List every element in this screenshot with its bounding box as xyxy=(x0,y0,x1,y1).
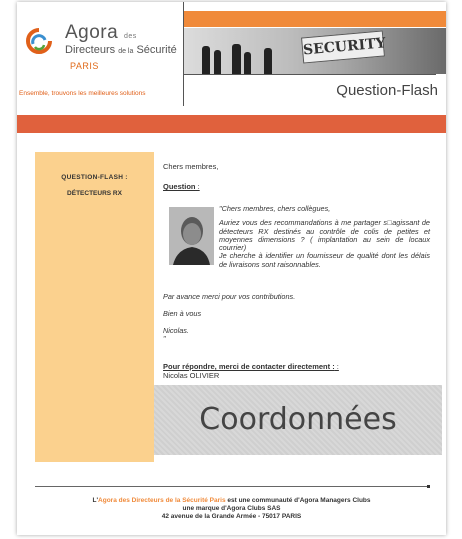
greeting: Chers membres, xyxy=(163,162,219,171)
logo-name: Agora des xyxy=(65,22,137,43)
orange-band xyxy=(17,115,446,133)
reply-label: Pour répondre, merci de contacter direct… xyxy=(163,362,339,371)
sidebar-subtitle: DÉTECTEURS RX xyxy=(67,190,122,197)
closing: Par avance merci pour vos contributions.… xyxy=(163,292,296,343)
sidebar: QUESTION-FLASH : DÉTECTEURS RX xyxy=(35,152,154,462)
question-label: Question : xyxy=(163,182,200,191)
header-divider xyxy=(184,74,436,75)
contact-name: Nicolas OLIVIER xyxy=(163,371,220,380)
logo-city: PARIS xyxy=(70,61,99,71)
coordinates-label: Coordonnées xyxy=(199,402,397,437)
security-sign: SECURITY xyxy=(301,30,386,64)
banner-orange-strip xyxy=(184,11,446,27)
question-message: "Chers membres, chers collègues, Auriez … xyxy=(219,204,430,269)
header: Agora des Directeurs de la Sécurité PARI… xyxy=(17,2,446,106)
avatar xyxy=(169,207,214,265)
banner-image: SECURITY xyxy=(184,28,446,74)
footer: L'Agora des Directeurs de la Sécurité Pa… xyxy=(17,497,446,521)
coordinates-button[interactable]: Coordonnées xyxy=(154,385,442,455)
member-photo xyxy=(169,207,214,265)
logo-area: Agora des Directeurs de la Sécurité PARI… xyxy=(17,2,184,106)
agora-logo-icon xyxy=(26,28,52,54)
footer-agora-link[interactable]: Agora des Directeurs de la Sécurité Pari… xyxy=(98,497,226,504)
sidebar-title: QUESTION-FLASH : xyxy=(61,174,128,181)
footer-line-2: une marque d'Agora Clubs SAS xyxy=(182,505,281,512)
newsletter-frame: Agora des Directeurs de la Sécurité PARI… xyxy=(17,2,446,535)
footer-dot xyxy=(427,485,430,488)
page-title: Question-Flash xyxy=(336,82,438,99)
logo-subtitle: Directeurs de la Sécurité xyxy=(65,44,177,56)
footer-line-3: 42 avenue de la Grande Armée - 75017 PAR… xyxy=(161,513,302,520)
footer-divider xyxy=(35,486,428,487)
tagline: Ensemble, trouvons les meilleures soluti… xyxy=(19,90,146,97)
footer-line-1: L'Agora des Directeurs de la Sécurité Pa… xyxy=(92,497,371,504)
